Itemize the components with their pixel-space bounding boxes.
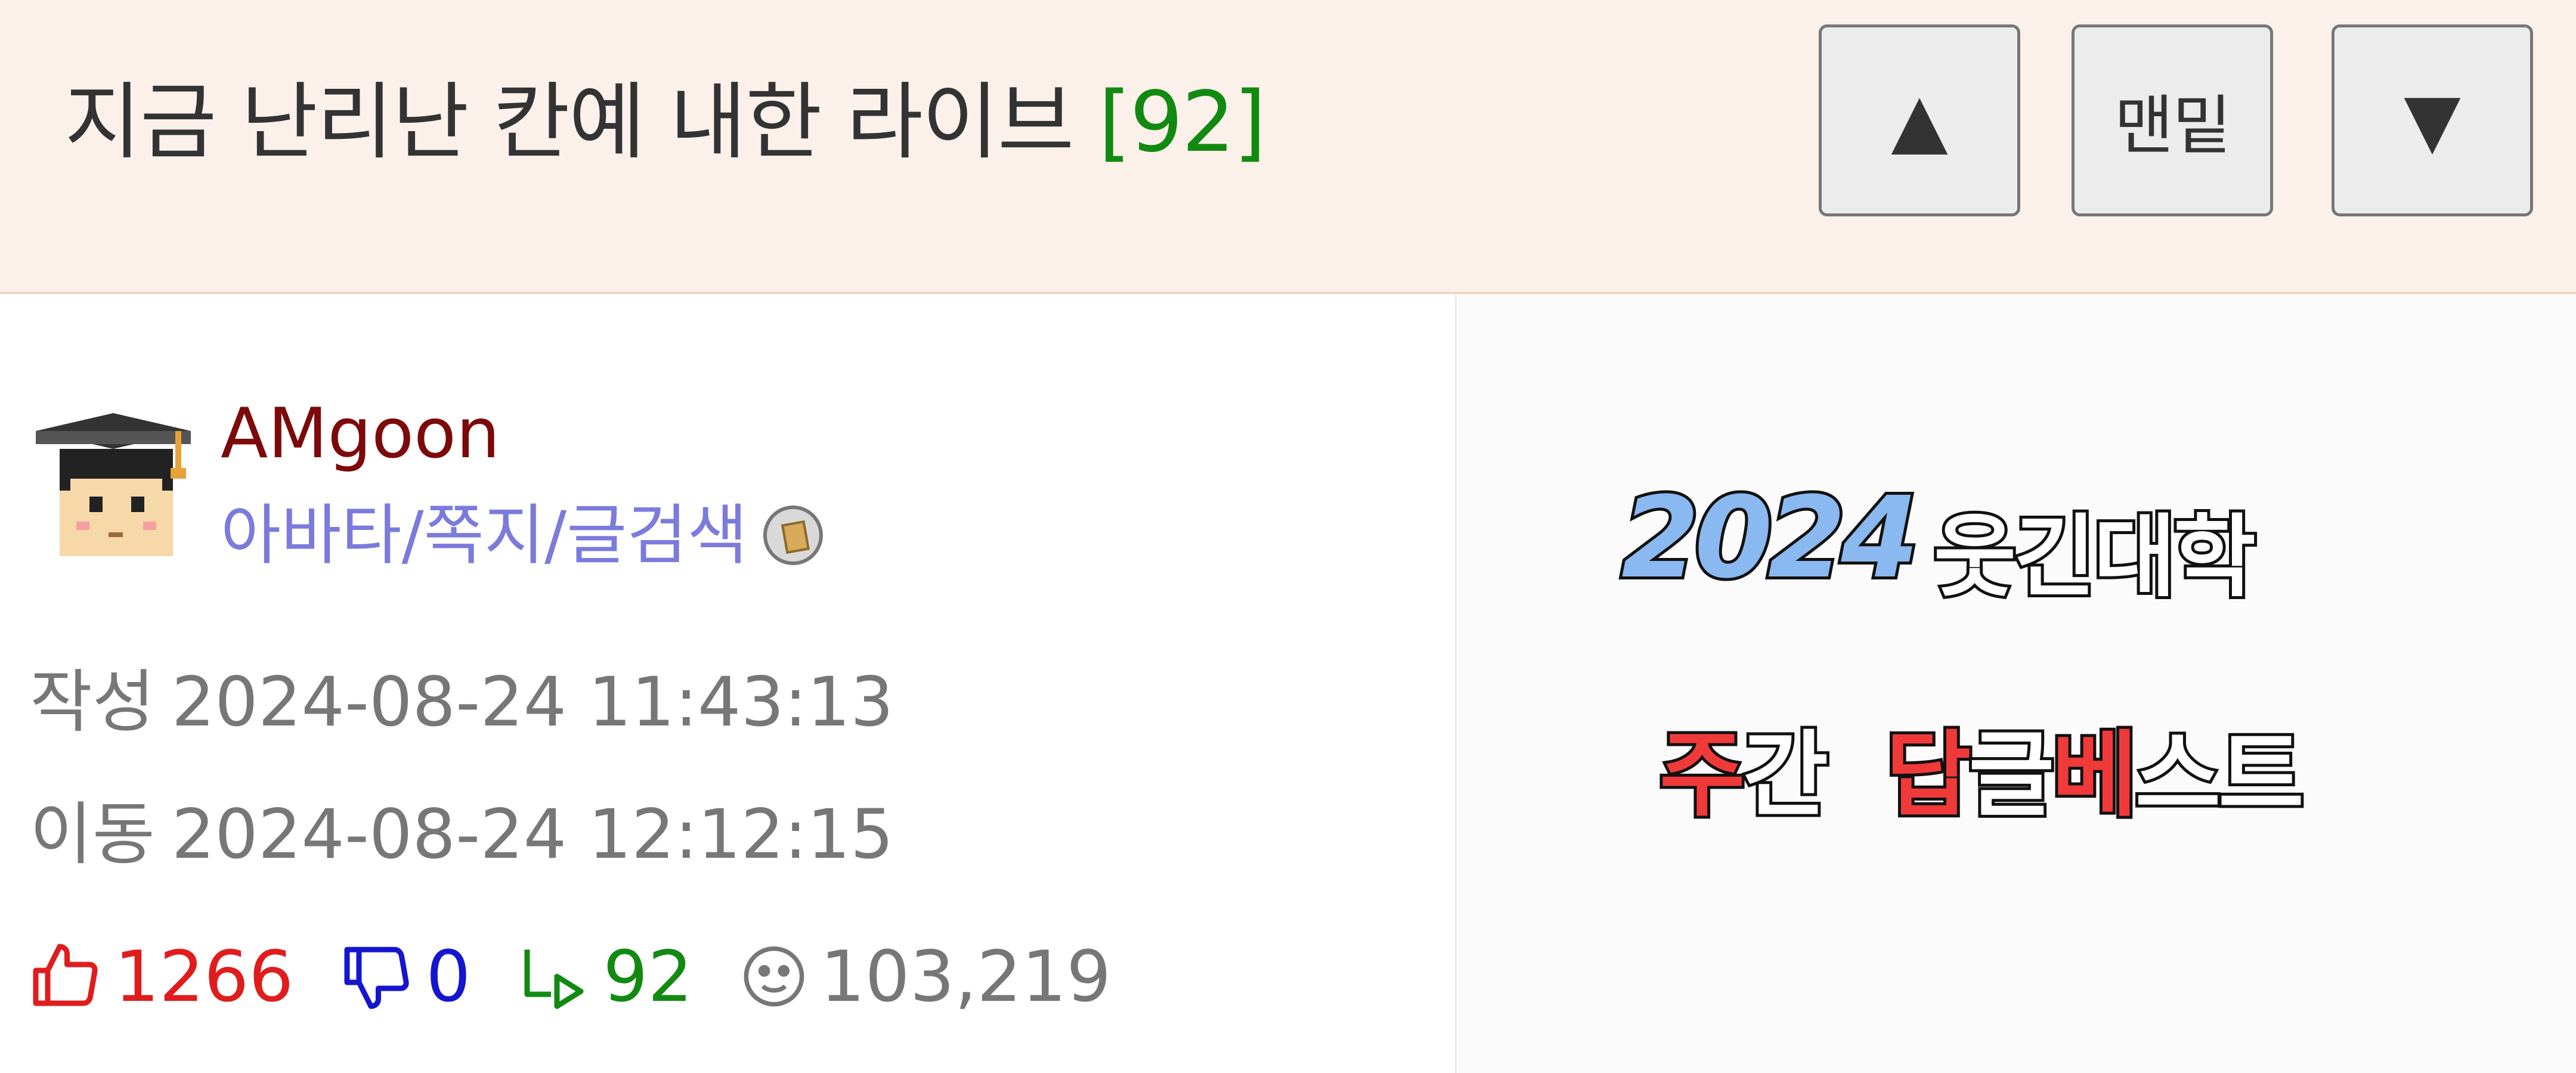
smiley-icon	[744, 946, 804, 1007]
reply-stat[interactable]: 92	[518, 935, 693, 1018]
reply-count: 92	[603, 935, 693, 1018]
scroll-up-button[interactable]: ▲	[1819, 24, 2020, 216]
like-count: 1266	[114, 935, 294, 1018]
dislike-count: 0	[426, 935, 471, 1018]
written-datetime-row: 작성 2024-08-24 11:43:13	[30, 663, 894, 741]
scroll-bottom-label: 맨밑	[2114, 89, 2232, 163]
banner-subtitle: 주간 답글베스트	[1657, 699, 2307, 834]
triangle-down-icon: ▼	[2404, 77, 2461, 163]
post-title: 지금 난리난 칸예 내한 라이브 [92]	[64, 69, 1267, 176]
moved-label: 이동	[30, 795, 155, 874]
dislike-stat[interactable]: 0	[341, 935, 470, 1018]
banner-char: 베	[2049, 718, 2140, 832]
author-link-search[interactable]: 글검색	[566, 497, 748, 574]
view-count: 103,219	[820, 935, 1111, 1018]
author-link-message[interactable]: 쪽지	[424, 497, 544, 574]
banner-char: 주	[1657, 718, 1748, 832]
scroll-down-button[interactable]: ▼	[2332, 24, 2533, 216]
banner-char: 트	[2215, 718, 2306, 832]
thumbs-up-icon	[33, 944, 98, 1006]
banner-char: 답	[1883, 718, 1974, 832]
author-link-avatar[interactable]: 아바타	[221, 497, 402, 574]
link-separator: /	[544, 497, 567, 573]
moved-datetime-row: 이동 2024-08-24 12:12:15	[30, 796, 894, 873]
written-datetime: 2024-08-24 11:43:13	[171, 662, 894, 742]
post-stats: 1266 0 92 103,219	[30, 935, 1159, 1018]
view-stat: 103,219	[741, 935, 1111, 1018]
triangle-up-icon: ▲	[1891, 77, 1948, 163]
moved-datetime: 2024-08-24 12:12:15	[171, 795, 894, 874]
banner-year: 2024	[1618, 470, 1922, 606]
like-stat[interactable]: 1266	[30, 935, 293, 1018]
banner-site-name: 웃긴대학	[1931, 503, 2259, 612]
scroll-bottom-button[interactable]: 맨밑	[2072, 24, 2273, 216]
graduate-avatar-icon[interactable]	[30, 407, 191, 562]
weekly-best-banner[interactable]: 2024 웃긴대학 주간 답글베스트	[1457, 294, 2576, 1073]
banner-char: 스	[2132, 718, 2224, 832]
link-separator: /	[401, 497, 424, 573]
author-name[interactable]: AMgoon	[221, 395, 500, 473]
comment-count[interactable]: [92]	[1098, 74, 1266, 171]
thumbs-down-icon	[344, 947, 409, 1009]
banner-char: 간	[1740, 718, 1831, 832]
post-title-text: 지금 난리난 칸예 내한 라이브	[64, 74, 1075, 171]
medal-icon	[763, 506, 823, 565]
banner-char: 글	[1966, 718, 2057, 832]
reply-arrow-icon	[524, 950, 584, 1009]
written-label: 작성	[30, 662, 155, 742]
post-info-panel: AMgoon 아바타 / 쪽지 / 글검색 작성 2024-08-24 11:43…	[0, 294, 1455, 1073]
weekly-best-banner-panel[interactable]: 2024 웃긴대학 주간 답글베스트	[1457, 294, 2576, 1073]
author-links: 아바타 / 쪽지 / 글검색	[221, 497, 823, 574]
post-header: 지금 난리난 칸예 내한 라이브 [92] ▲ 맨밑 ▼	[0, 0, 2576, 294]
